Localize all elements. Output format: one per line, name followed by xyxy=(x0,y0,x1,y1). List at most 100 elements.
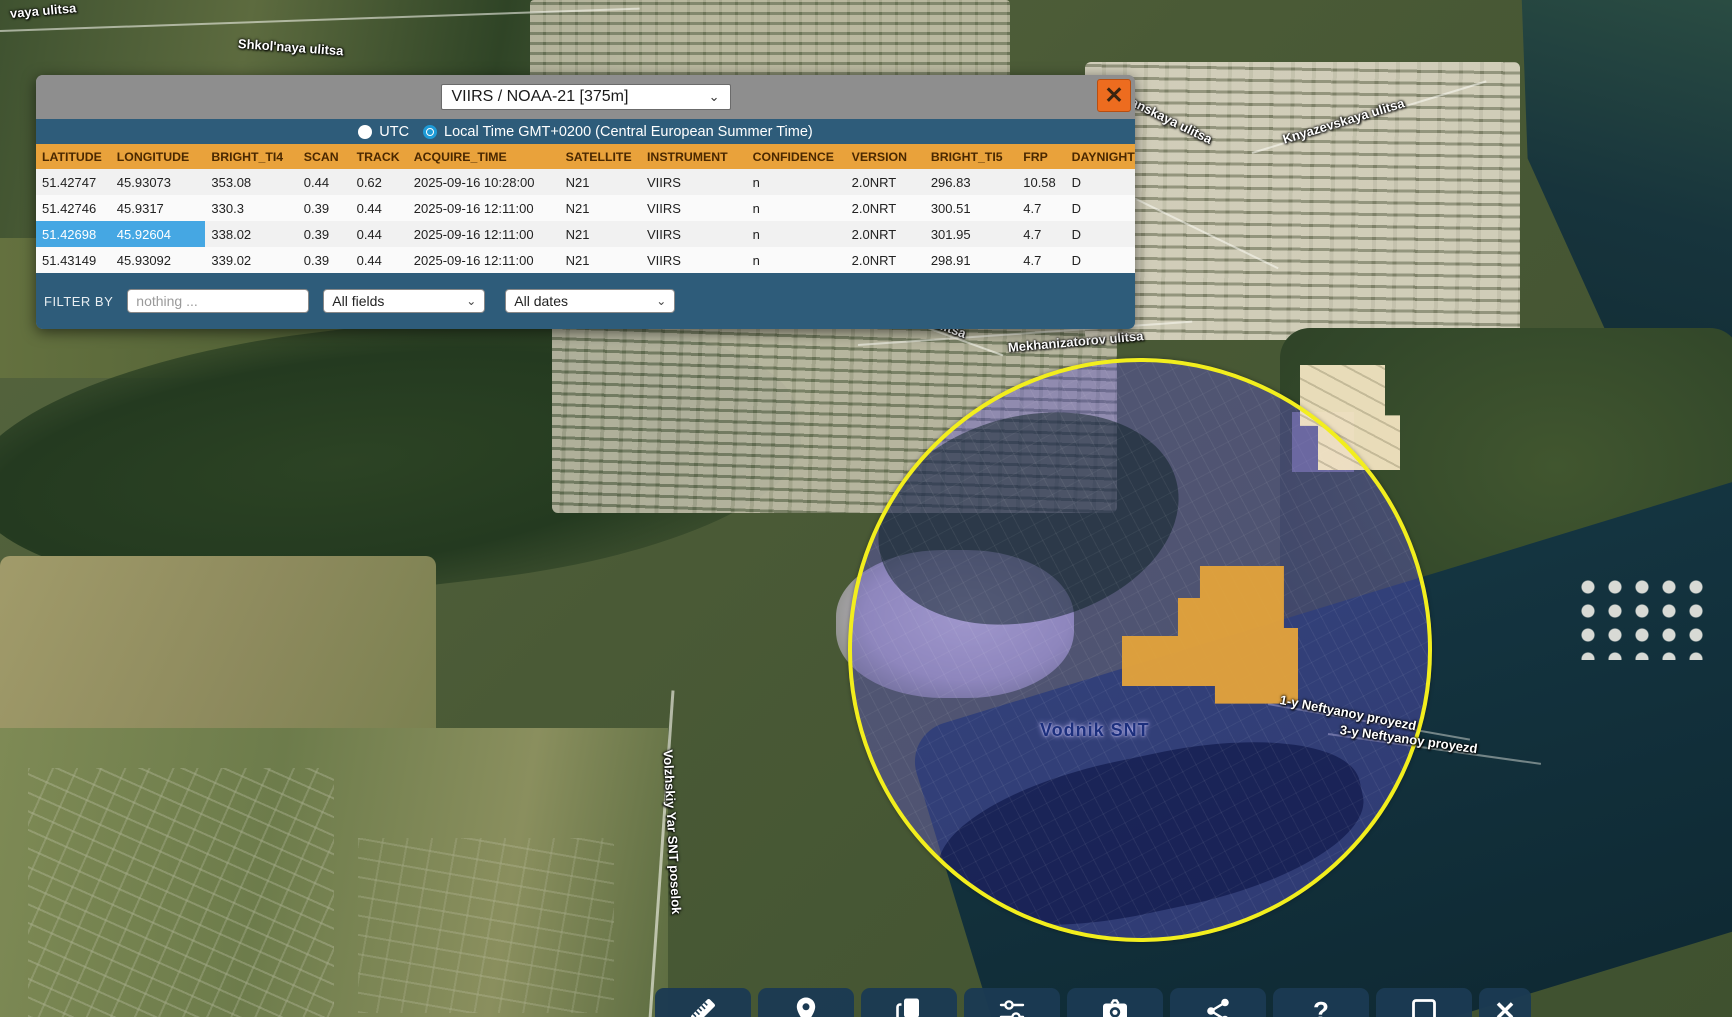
cell-version[interactable]: 2.0NRT xyxy=(846,247,925,273)
cell-latitude[interactable]: 51.43149 xyxy=(36,247,111,273)
cell-frp[interactable]: 4.7 xyxy=(1017,247,1065,273)
share-button[interactable] xyxy=(1170,988,1266,1017)
cell-bright_ti5[interactable]: 300.51 xyxy=(925,195,1017,221)
chevron-down-icon: ⌄ xyxy=(656,294,666,308)
cell-longitude[interactable]: 45.93092 xyxy=(111,247,206,273)
table-row[interactable]: 51.4269845.92604338.020.390.442025-09-16… xyxy=(36,221,1135,247)
column-header-scan[interactable]: SCAN xyxy=(298,144,351,169)
cell-confidence[interactable]: n xyxy=(747,247,846,273)
dates-filter-select[interactable]: All dates ⌄ xyxy=(505,289,675,313)
column-header-version[interactable]: VERSION xyxy=(846,144,925,169)
cell-acquire_time[interactable]: 2025-09-16 12:11:00 xyxy=(408,195,560,221)
cell-bright_ti4[interactable]: 330.3 xyxy=(205,195,297,221)
cell-instrument[interactable]: VIIRS xyxy=(641,195,747,221)
cell-track[interactable]: 0.44 xyxy=(351,247,408,273)
local-time-radio-option[interactable]: Local Time GMT+0200 (Central European Su… xyxy=(423,124,813,140)
fields-filter-value: All fields xyxy=(332,293,384,309)
dataset-select[interactable]: VIIRS / NOAA-21 [375m] ⌄ xyxy=(441,84,731,110)
cell-bright_ti4[interactable]: 338.02 xyxy=(205,221,297,247)
cell-bright_ti4[interactable]: 353.08 xyxy=(205,169,297,195)
table-row[interactable]: 51.4274645.9317330.30.390.442025-09-16 1… xyxy=(36,195,1135,221)
local-time-radio-label: Local Time GMT+0200 (Central European Su… xyxy=(444,124,813,140)
table-row[interactable]: 51.4274745.93073353.080.440.622025-09-16… xyxy=(36,169,1135,195)
column-header-acquire_time[interactable]: ACQUIRE_TIME xyxy=(408,144,560,169)
cell-latitude[interactable]: 51.42698 xyxy=(36,221,111,247)
fullscreen-icon xyxy=(1408,995,1440,1017)
cell-daynight[interactable]: D xyxy=(1066,221,1135,247)
cell-scan[interactable]: 0.39 xyxy=(298,195,351,221)
cell-frp[interactable]: 10.58 xyxy=(1017,169,1065,195)
column-header-confidence[interactable]: CONFIDENCE xyxy=(747,144,846,169)
cell-satellite[interactable]: N21 xyxy=(560,169,641,195)
column-header-frp[interactable]: FRP xyxy=(1017,144,1065,169)
cell-satellite[interactable]: N21 xyxy=(560,247,641,273)
cell-scan[interactable]: 0.39 xyxy=(298,247,351,273)
cell-longitude[interactable]: 45.93073 xyxy=(111,169,206,195)
location-button[interactable] xyxy=(758,988,854,1017)
screenshot-button[interactable] xyxy=(1067,988,1163,1017)
cell-bright_ti5[interactable]: 298.91 xyxy=(925,247,1017,273)
cell-acquire_time[interactable]: 2025-09-16 12:11:00 xyxy=(408,247,560,273)
cell-longitude[interactable]: 45.9317 xyxy=(111,195,206,221)
column-header-longitude[interactable]: LONGITUDE xyxy=(111,144,206,169)
camera-icon xyxy=(1099,995,1131,1017)
cell-track[interactable]: 0.44 xyxy=(351,221,408,247)
column-header-bright_ti4[interactable]: BRIGHT_TI4 xyxy=(205,144,297,169)
column-header-instrument[interactable]: INSTRUMENT xyxy=(641,144,747,169)
column-header-track[interactable]: TRACK xyxy=(351,144,408,169)
cell-acquire_time[interactable]: 2025-09-16 10:28:00 xyxy=(408,169,560,195)
map-settlement-grid-2 xyxy=(358,838,614,1013)
help-button[interactable]: ? xyxy=(1273,988,1369,1017)
cell-acquire_time[interactable]: 2025-09-16 12:11:00 xyxy=(408,221,560,247)
question-icon: ? xyxy=(1305,995,1337,1017)
cell-bright_ti5[interactable]: 296.83 xyxy=(925,169,1017,195)
column-header-satellite[interactable]: SATELLITE xyxy=(560,144,641,169)
filter-input[interactable] xyxy=(127,289,309,313)
close-toolbar-button[interactable]: ✕ xyxy=(1479,988,1531,1017)
utc-radio-option[interactable]: UTC xyxy=(358,124,409,140)
cell-instrument[interactable]: VIIRS xyxy=(641,169,747,195)
cell-confidence[interactable]: n xyxy=(747,169,846,195)
layers-icon xyxy=(893,995,925,1017)
cell-satellite[interactable]: N21 xyxy=(560,221,641,247)
panel-header: VIIRS / NOAA-21 [375m] ⌄ ✕ xyxy=(36,75,1135,119)
map-settlement-grid xyxy=(28,768,334,1017)
cell-confidence[interactable]: n xyxy=(747,195,846,221)
location-pin-icon xyxy=(790,995,822,1017)
column-header-bright_ti5[interactable]: BRIGHT_TI5 xyxy=(925,144,1017,169)
cell-longitude[interactable]: 45.92604 xyxy=(111,221,206,247)
cell-version[interactable]: 2.0NRT xyxy=(846,221,925,247)
filter-bar: FILTER BY All fields ⌄ All dates ⌄ xyxy=(36,273,1135,329)
column-header-daynight[interactable]: DAYNIGHT xyxy=(1066,144,1135,169)
cell-track[interactable]: 0.44 xyxy=(351,195,408,221)
cell-version[interactable]: 2.0NRT xyxy=(846,169,925,195)
cell-satellite[interactable]: N21 xyxy=(560,195,641,221)
fullscreen-button[interactable] xyxy=(1376,988,1472,1017)
close-icon: ✕ xyxy=(1489,995,1521,1017)
panel-close-button[interactable]: ✕ xyxy=(1097,79,1131,112)
cell-scan[interactable]: 0.39 xyxy=(298,221,351,247)
cell-bright_ti4[interactable]: 339.02 xyxy=(205,247,297,273)
table-row[interactable]: 51.4314945.93092339.020.390.442025-09-16… xyxy=(36,247,1135,273)
cell-daynight[interactable]: D xyxy=(1066,195,1135,221)
cell-version[interactable]: 2.0NRT xyxy=(846,195,925,221)
cell-latitude[interactable]: 51.42746 xyxy=(36,195,111,221)
cell-bright_ti5[interactable]: 301.95 xyxy=(925,221,1017,247)
cell-daynight[interactable]: D xyxy=(1066,169,1135,195)
cell-instrument[interactable]: VIIRS xyxy=(641,221,747,247)
column-header-latitude[interactable]: LATITUDE xyxy=(36,144,111,169)
close-icon: ✕ xyxy=(1104,84,1123,107)
cell-track[interactable]: 0.62 xyxy=(351,169,408,195)
cell-confidence[interactable]: n xyxy=(747,221,846,247)
cell-latitude[interactable]: 51.42747 xyxy=(36,169,111,195)
cell-scan[interactable]: 0.44 xyxy=(298,169,351,195)
cell-frp[interactable]: 4.7 xyxy=(1017,195,1065,221)
cell-frp[interactable]: 4.7 xyxy=(1017,221,1065,247)
cell-daynight[interactable]: D xyxy=(1066,247,1135,273)
cell-instrument[interactable]: VIIRS xyxy=(641,247,747,273)
search-radius-circle xyxy=(848,358,1432,942)
layers-button[interactable] xyxy=(861,988,957,1017)
adjustments-button[interactable] xyxy=(964,988,1060,1017)
fields-filter-select[interactable]: All fields ⌄ xyxy=(323,289,485,313)
measure-button[interactable] xyxy=(655,988,751,1017)
